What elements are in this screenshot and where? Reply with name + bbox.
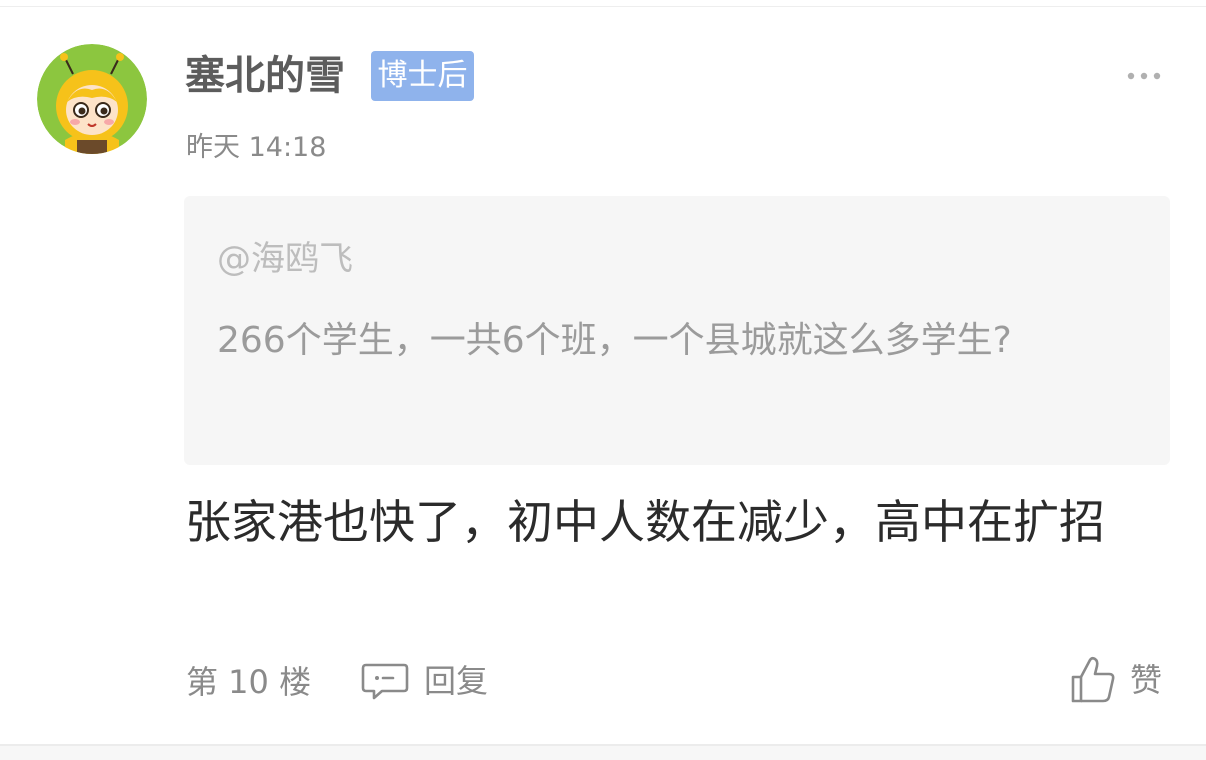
comment-bubble-icon [360,661,410,701]
post-timestamp: 昨天 14:18 [186,132,327,163]
cartoon-bee-avatar-icon [37,44,147,154]
like-label: 赞 [1130,661,1163,699]
username[interactable]: 塞北的雪 [185,52,345,100]
user-avatar[interactable] [37,44,147,154]
floor-number: 第 10 楼 [186,663,312,701]
quoted-text: 266个学生，一共6个班，一个县城就这么多学生? [217,320,1012,361]
quoted-author[interactable]: @海鸥飞 [217,236,353,282]
user-title-badge: 博士后 [371,51,474,101]
bottom-separator-band [0,746,1206,760]
reply-button[interactable]: 回复 [360,656,488,706]
more-dots-icon[interactable] [1124,66,1164,86]
like-button[interactable]: 赞 [1070,652,1162,708]
comment-content: 张家港也快了，初中人数在减少，高中在扩招 [185,495,1105,549]
reply-label: 回复 [424,662,489,700]
thumbs-up-icon [1070,655,1116,705]
top-divider [0,6,1206,7]
